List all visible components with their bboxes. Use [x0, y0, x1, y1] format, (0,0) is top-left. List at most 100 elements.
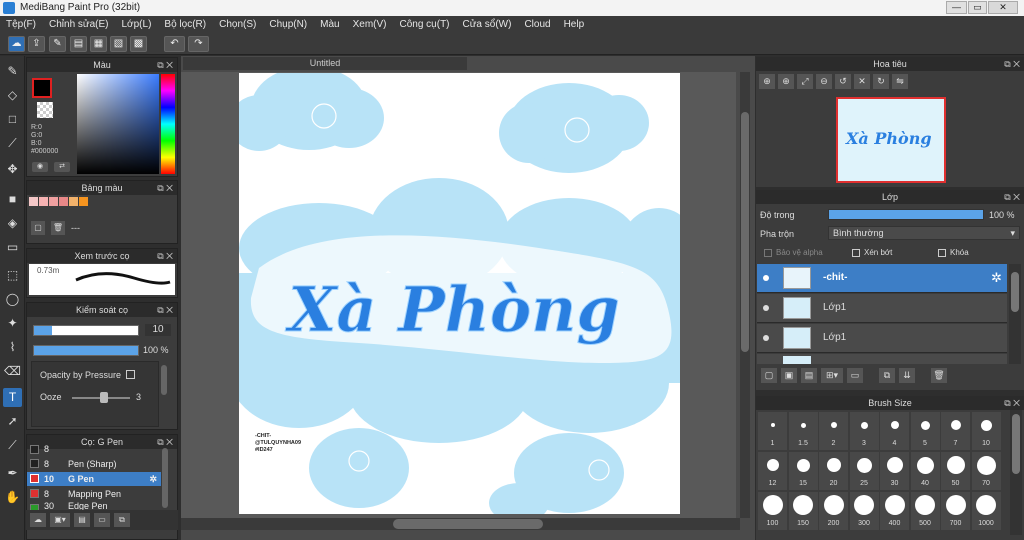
brush-size-cell[interactable]: 50: [941, 452, 970, 490]
brush-size-cell[interactable]: 7: [941, 412, 970, 450]
navigator-thumbnail[interactable]: Xà Phòng: [836, 97, 946, 183]
panel-close-icon[interactable]: ⧉ ✕: [1004, 190, 1020, 204]
zoom-in-icon[interactable]: ⊕: [778, 74, 794, 89]
select-tool-icon[interactable]: ⬚: [3, 266, 22, 285]
magic-wand-icon[interactable]: ✦: [3, 314, 22, 333]
panel-close-icon[interactable]: ⧉ ✕: [157, 181, 173, 195]
brush-size-cell[interactable]: 150: [788, 492, 818, 530]
menu-select[interactable]: Chọn(S): [219, 19, 256, 30]
brush-size-cell[interactable]: 5: [910, 412, 940, 450]
brush-size-cell[interactable]: 1000: [971, 492, 1001, 530]
layer-row-selected[interactable]: -chit- ✲: [757, 264, 1007, 293]
brush-item[interactable]: 8: [27, 444, 161, 455]
grid-icon[interactable]: ▧: [110, 36, 127, 52]
folder-icon[interactable]: ▭: [94, 513, 110, 527]
brush-size-cell[interactable]: 100: [758, 492, 787, 530]
close-button[interactable]: ✕: [988, 1, 1018, 14]
opacity-pressure-checkbox[interactable]: [126, 370, 135, 379]
fill-rect-tool-icon[interactable]: ■: [3, 190, 22, 209]
rotate-right-icon[interactable]: ↻: [873, 74, 889, 89]
protect-alpha-checkbox[interactable]: [764, 249, 772, 257]
brush-size-cell[interactable]: 25: [849, 452, 879, 490]
panel-close-icon[interactable]: ⧉ ✕: [1004, 57, 1020, 71]
cloud-brush-icon[interactable]: ☁: [30, 513, 46, 527]
brush-control-scrollbar[interactable]: [161, 365, 167, 395]
new-1bit-layer-icon[interactable]: ▤: [801, 368, 817, 383]
palette-swatch[interactable]: [79, 197, 88, 206]
menu-color[interactable]: Màu: [320, 19, 339, 30]
transparent-color[interactable]: [37, 102, 53, 118]
delete-layer-icon[interactable]: 🗑: [931, 368, 947, 383]
brush-size-cell[interactable]: 500: [910, 492, 940, 530]
export-icon[interactable]: ⇪: [28, 36, 45, 52]
layer-row[interactable]: Lớp1: [757, 294, 1007, 323]
visibility-icon[interactable]: [763, 335, 769, 341]
blend-mode-select[interactable]: Bình thường ▾: [828, 226, 1020, 240]
ooze-slider-handle[interactable]: [100, 392, 108, 403]
brush-size-cell[interactable]: 300: [849, 492, 879, 530]
new-palette-icon[interactable]: ▢: [31, 221, 45, 235]
palette-swatch[interactable]: [69, 197, 78, 206]
brush-size-cell[interactable]: 400: [880, 492, 909, 530]
comment-icon[interactable]: ✎: [49, 36, 66, 52]
document-tab[interactable]: Untitled: [183, 57, 467, 70]
menu-window[interactable]: Cửa sổ(W): [463, 19, 512, 30]
menu-cloud[interactable]: Cloud: [524, 19, 550, 30]
zoom-fit-icon[interactable]: ⊕: [759, 74, 775, 89]
select-pen-icon[interactable]: ⌇: [3, 338, 22, 357]
brush-size-value[interactable]: 10: [145, 324, 171, 336]
brush-settings-icon[interactable]: ▤: [74, 513, 90, 527]
new-layer-icon[interactable]: ▢: [761, 368, 777, 383]
gear-icon[interactable]: ✲: [991, 270, 1002, 286]
duplicate-layer-icon[interactable]: ⧉: [879, 368, 895, 383]
brush-list-scrollbar[interactable]: [162, 448, 168, 508]
brush-size-cell[interactable]: 30: [880, 452, 909, 490]
clipping-checkbox[interactable]: [852, 249, 860, 257]
add-layer-menu-icon[interactable]: ⊞▾: [821, 368, 843, 383]
brush-size-cell[interactable]: 200: [819, 492, 848, 530]
brush-size-slider[interactable]: [33, 325, 139, 336]
brush-item-selected[interactable]: 10 G Pen ✲: [27, 472, 161, 486]
brush-size-cell[interactable]: 10: [971, 412, 1001, 450]
menu-tools[interactable]: Công cụ(T): [400, 19, 450, 30]
brush-size-cell[interactable]: 40: [910, 452, 940, 490]
reset-rotation-icon[interactable]: ✕: [854, 74, 870, 89]
new-8bit-layer-icon[interactable]: ▣: [781, 368, 797, 383]
tile-icon[interactable]: ▩: [130, 36, 147, 52]
gradient-tool-icon[interactable]: ▭: [3, 238, 22, 257]
eraser-tool-icon[interactable]: ◇: [3, 86, 22, 105]
hand-tool-icon[interactable]: ✋: [3, 488, 22, 507]
material-icon[interactable]: ▤: [70, 36, 87, 52]
zoom-out-icon[interactable]: ⊖: [816, 74, 832, 89]
menu-filter[interactable]: Bộ lọc(R): [164, 19, 206, 30]
select-eraser-icon[interactable]: ⌫: [3, 362, 22, 381]
text-tool-icon[interactable]: T: [3, 388, 22, 407]
document-icon[interactable]: ▦: [90, 36, 107, 52]
visibility-icon[interactable]: [763, 305, 769, 311]
layer-row-partial[interactable]: [757, 354, 1007, 364]
brush-size-scrollbar[interactable]: [1010, 410, 1022, 535]
menu-view[interactable]: Xem(V): [353, 19, 387, 30]
hue-slider[interactable]: [161, 74, 175, 174]
panel-close-icon[interactable]: ⧉ ✕: [157, 58, 173, 72]
menu-capture[interactable]: Chụp(N): [269, 19, 307, 30]
redo-icon[interactable]: ↷: [188, 36, 209, 52]
minimize-button[interactable]: —: [946, 1, 967, 14]
drawing-canvas[interactable]: Xà Phòng -CHIT- @TULQUYNHA09 #ID247: [239, 73, 680, 514]
horizontal-scrollbar[interactable]: [181, 518, 740, 530]
palette-swatch[interactable]: [59, 197, 68, 206]
fit-window-icon[interactable]: ⤢: [797, 74, 813, 89]
operation-tool-icon[interactable]: ➚: [3, 412, 22, 431]
brush-tool-icon[interactable]: ✎: [3, 62, 22, 81]
color-mode-icon[interactable]: ◉: [32, 162, 48, 172]
eyedropper-icon[interactable]: ✒: [3, 464, 22, 483]
brush-size-cell[interactable]: 700: [941, 492, 970, 530]
brush-size-cell[interactable]: 12: [758, 452, 787, 490]
palette-swatch[interactable]: [39, 197, 48, 206]
move-tool-icon[interactable]: ✥: [3, 160, 22, 179]
vertical-scrollbar[interactable]: [740, 72, 750, 518]
layer-row[interactable]: Lớp1: [757, 324, 1007, 353]
panel-close-icon[interactable]: ⧉ ✕: [157, 249, 173, 263]
line-tool-icon[interactable]: ⟋: [3, 134, 22, 153]
brush-size-cell[interactable]: 2: [819, 412, 848, 450]
